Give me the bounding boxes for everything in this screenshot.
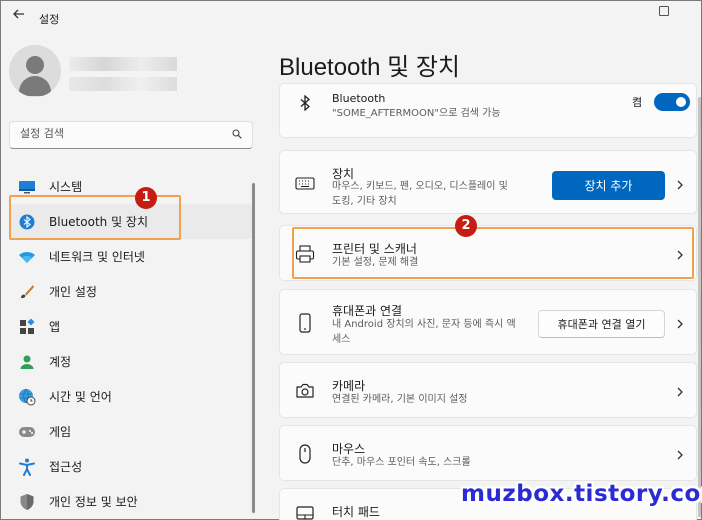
maximize-button[interactable] (659, 6, 669, 16)
search-input[interactable] (20, 127, 220, 140)
mouse-subtitle: 단추, 마우스 포인터 속도, 스크롤 (332, 457, 471, 468)
bluetooth-card: Bluetooth "SOME_AFTERMOON"으로 검색 가능 켬 (279, 83, 697, 138)
sidebar-item-label: 접근성 (49, 460, 83, 474)
window-title: 설정 (39, 13, 60, 26)
globe-clock-icon (17, 387, 37, 407)
sidebar-item-network[interactable]: 네트워크 및 인터넷 (9, 239, 253, 274)
sidebar-item-personalization[interactable]: 개인 설정 (9, 274, 253, 309)
bluetooth-title: Bluetooth (332, 92, 386, 105)
chevron-right-icon (677, 319, 683, 329)
search-box[interactable] (9, 121, 253, 149)
touchpad-title: 터치 패드 (332, 505, 380, 519)
shield-icon (17, 492, 37, 512)
gamepad-icon (17, 422, 37, 442)
sidebar-item-privacy[interactable]: 개인 정보 및 보안 (9, 484, 253, 519)
devices-subtitle: 마우스, 키보드, 펜, 오디오, 디스플레이 및 도킹, 기타 장치 (332, 181, 508, 207)
sidebar-item-label: 시간 및 언어 (49, 390, 112, 404)
sidebar-scrollbar[interactable] (252, 183, 255, 513)
step-marker-1: 1 (135, 187, 157, 209)
highlight-box-printers (292, 227, 694, 279)
sidebar-item-accessibility[interactable]: 접근성 (9, 449, 253, 484)
phone-link-subtitle: 내 Android 장치의 사진, 문자 등에 즉시 액세스 (332, 319, 516, 345)
back-arrow-icon[interactable] (9, 7, 29, 27)
sidebar-item-time-language[interactable]: 시간 및 언어 (9, 379, 253, 414)
open-phone-link-button[interactable]: 휴대폰과 연결 열기 (538, 310, 665, 338)
sidebar-item-label: 네트워크 및 인터넷 (49, 250, 145, 264)
blurred-user-email (69, 77, 177, 91)
page-title: Bluetooth 및 장치 (279, 54, 460, 81)
devices-card[interactable]: 장치 마우스, 키보드, 펜, 오디오, 디스플레이 및 도킹, 기타 장치 장… (279, 150, 697, 214)
sidebar-item-label: 계정 (49, 355, 72, 369)
person-icon (17, 352, 37, 372)
wifi-icon (17, 247, 37, 267)
sidebar-item-label: 개인 설정 (49, 285, 97, 299)
brush-icon (17, 282, 37, 302)
avatar[interactable] (9, 45, 61, 97)
phone-icon (294, 312, 316, 334)
bluetooth-toggle[interactable] (654, 93, 690, 111)
main-scrollbar[interactable] (698, 97, 701, 517)
chevron-right-icon (677, 450, 683, 460)
watermark-text: muzbox.tistory.com (461, 481, 702, 507)
sidebar-item-label: 앱 (49, 320, 61, 334)
step-marker-2: 2 (455, 215, 477, 237)
touchpad-icon (294, 502, 316, 520)
mouse-card[interactable]: 마우스 단추, 마우스 포인터 속도, 스크롤 (279, 425, 697, 481)
bluetooth-symbol-icon (294, 92, 316, 114)
bluetooth-state-label: 켬 (632, 96, 643, 109)
mouse-icon (294, 443, 316, 465)
sidebar-item-label: 시스템 (49, 180, 83, 194)
chevron-right-icon (677, 387, 683, 397)
add-device-button[interactable]: 장치 추가 (552, 171, 665, 200)
camera-icon (294, 380, 316, 402)
sidebar-item-label: 개인 정보 및 보안 (49, 495, 138, 509)
monitor-icon (17, 177, 37, 197)
search-icon (232, 129, 242, 139)
sidebar-item-accounts[interactable]: 계정 (9, 344, 253, 379)
blurred-user-name (69, 57, 177, 71)
title-bar: 설정 (1, 1, 701, 35)
keyboard-icon (294, 173, 316, 195)
camera-card[interactable]: 카메라 연결된 카메라, 기본 이미지 설정 (279, 362, 697, 418)
sidebar-item-apps[interactable]: 앱 (9, 309, 253, 344)
apps-icon (17, 317, 37, 337)
phone-link-card[interactable]: 휴대폰과 연결 내 Android 장치의 사진, 문자 등에 즉시 액세스 휴… (279, 289, 697, 355)
chevron-right-icon (677, 180, 683, 190)
bluetooth-subtitle: "SOME_AFTERMOON"으로 검색 가능 (332, 108, 501, 119)
sidebar-item-gaming[interactable]: 게임 (9, 414, 253, 449)
sidebar-item-label: 게임 (49, 425, 72, 439)
camera-subtitle: 연결된 카메라, 기본 이미지 설정 (332, 394, 468, 405)
accessibility-icon (17, 457, 37, 477)
